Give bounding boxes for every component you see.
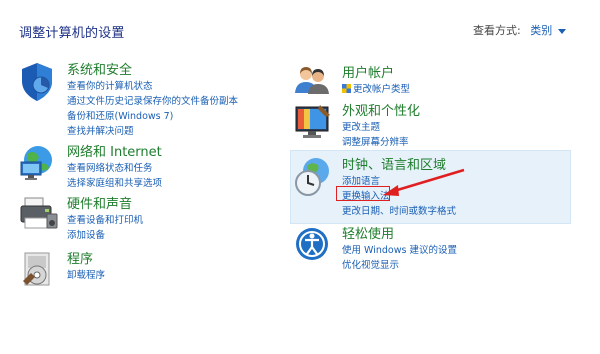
view-by-label: 查看方式: (473, 24, 521, 37)
category-title[interactable]: 硬件和声音 (67, 196, 287, 213)
link-recommended-settings[interactable]: 使用 Windows 建议的设置 (342, 243, 562, 258)
network-icon (19, 144, 55, 180)
link-file-history[interactable]: 通过文件历史记录保存你的文件备份副本 (67, 94, 287, 109)
printer-icon (19, 196, 58, 232)
annotation-arrow-icon (383, 168, 465, 196)
link-uninstall[interactable]: 卸载程序 (67, 268, 287, 283)
link-change-theme[interactable]: 更改主题 (342, 120, 562, 135)
programs-icon (19, 251, 55, 287)
view-by: 查看方式: 类别 (473, 22, 567, 38)
ease-of-access-icon (294, 226, 330, 262)
link-devices-printers[interactable]: 查看设备和打印机 (67, 213, 287, 228)
link-view-status[interactable]: 查看你的计算机状态 (67, 79, 287, 94)
monitor-icon (294, 103, 330, 139)
category-title[interactable]: 程序 (67, 251, 287, 268)
view-by-value: 类别 (530, 24, 553, 37)
link-network-status[interactable]: 查看网络状态和任务 (67, 161, 287, 176)
link-add-device[interactable]: 添加设备 (67, 228, 287, 243)
link-homegroup[interactable]: 选择家庭组和共享选项 (67, 176, 287, 191)
link-backup-restore[interactable]: 备份和还原(Windows 7) (67, 109, 287, 124)
view-by-dropdown[interactable]: 类别 (530, 24, 567, 37)
link-change-date-time-format[interactable]: 更改日期、时间或数字格式 (342, 204, 562, 219)
link-screen-resolution[interactable]: 调整屏幕分辨率 (342, 135, 562, 150)
uac-shield-icon (342, 84, 351, 93)
category-title[interactable]: 外观和个性化 (342, 103, 562, 120)
link-troubleshoot[interactable]: 查找并解决问题 (67, 124, 287, 139)
shield-icon (19, 62, 55, 101)
link-change-account-type[interactable]: 更改帐户类型 (342, 82, 562, 97)
category-title[interactable]: 用户帐户 (342, 65, 562, 82)
link-optimize-display[interactable]: 优化视觉显示 (342, 258, 562, 273)
chevron-down-icon (558, 28, 567, 34)
page-title: 调整计算机的设置 (19, 26, 125, 41)
category-title[interactable]: 系统和安全 (67, 62, 287, 79)
category-title[interactable]: 网络和 Internet (67, 144, 287, 161)
link-label: 更改帐户类型 (353, 84, 411, 95)
users-icon (294, 65, 330, 101)
category-title[interactable]: 轻松使用 (342, 226, 562, 243)
clock-globe-icon (294, 157, 330, 196)
